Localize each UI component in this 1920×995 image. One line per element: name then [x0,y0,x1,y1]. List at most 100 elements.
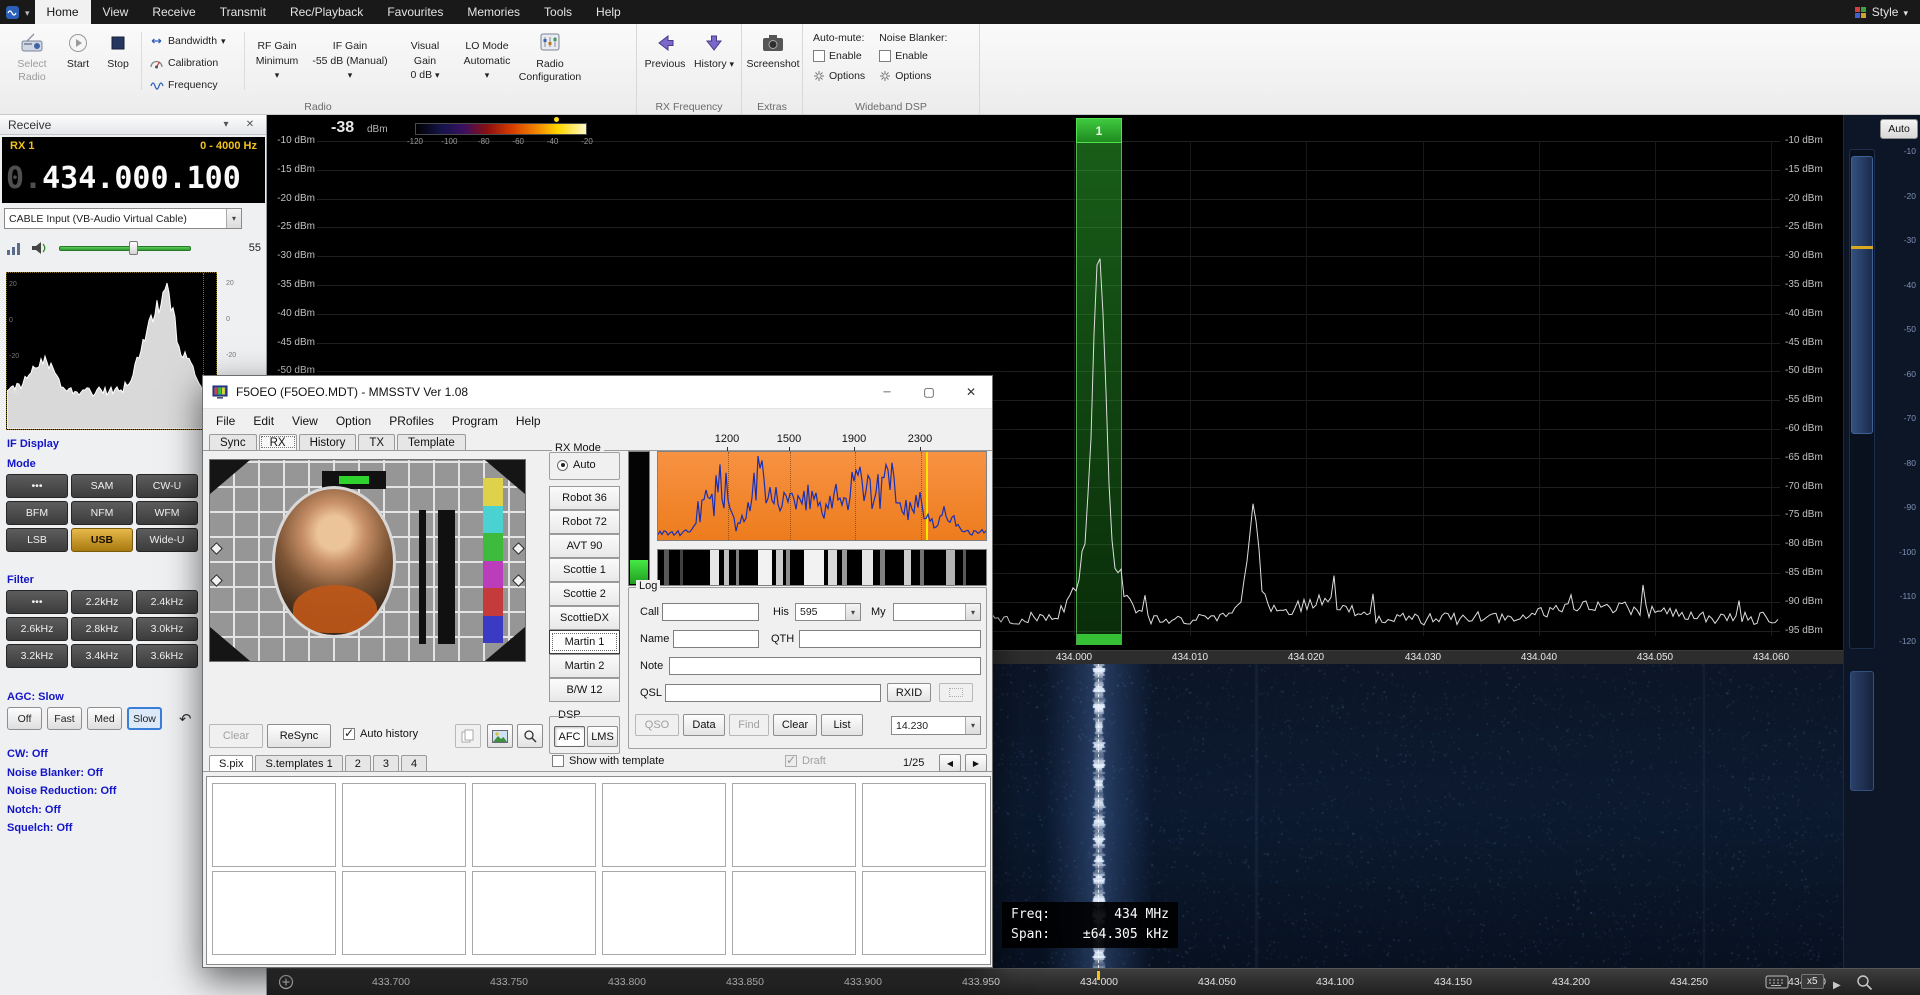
if-spectrum-display[interactable]: 200-20-40 [6,272,217,430]
mode-button-scottie-1[interactable]: Scottie 1 [549,558,620,582]
menu-tab-help[interactable]: Help [584,0,633,24]
menu-program[interactable]: Program [443,411,507,431]
menu-tab-memories[interactable]: Memories [455,0,532,24]
find-button[interactable]: Find [729,714,769,736]
sstv-spectrum[interactable] [657,451,987,541]
tab-template[interactable]: Template [397,434,466,450]
template-thumbnail[interactable] [342,871,466,955]
stop-button[interactable]: Stop [98,26,138,96]
filter-button-item[interactable]: ••• [6,590,68,614]
if-gain-button[interactable]: IF Gain -55 dB (Manual) [306,26,394,96]
mode-button-martin-1[interactable]: Martin 1 [549,630,620,654]
range-slider-track[interactable] [1849,149,1875,649]
mode-button-wfm[interactable]: WFM [136,501,198,525]
template-tab-2[interactable]: 2 [345,755,371,771]
template-tab-4[interactable]: 4 [401,755,427,771]
mode-button-lsb[interactable]: LSB [6,528,68,552]
template-thumbnail[interactable] [212,783,336,867]
mode-button-scottiedx[interactable]: ScottieDX [549,606,620,630]
rx-marker-label[interactable]: 1 [1076,118,1122,143]
menu-tab-transmit[interactable]: Transmit [208,0,278,24]
menu-help[interactable]: Help [507,411,550,431]
picture-button[interactable] [487,724,513,748]
mode-button-b-w-12[interactable]: B/W 12 [549,678,620,702]
volume-handle[interactable] [129,241,138,255]
magnifier-button[interactable] [517,724,543,748]
received-sstv-image[interactable] [209,459,526,662]
list-button[interactable]: List [821,714,863,736]
mode-button-avt-90[interactable]: AVT 90 [549,534,620,558]
keyboard-icon[interactable] [1765,973,1789,990]
tab-history[interactable]: History [299,434,357,450]
agc-undo-icon[interactable] [179,710,192,728]
filter-button-2-4khz[interactable]: 2.4kHz [136,590,198,614]
levels-icon[interactable] [6,241,22,256]
my-rst-select[interactable]: ▾ [893,603,981,621]
template-thumbnail[interactable] [862,871,986,955]
agc-button-slow[interactable]: Slow [127,707,162,730]
rf-gain-button[interactable]: RF Gain Minimum [248,26,306,96]
name-input[interactable] [673,630,759,648]
panel-collapse-icon[interactable]: ▾ [218,119,234,130]
menu-tab-tools[interactable]: Tools [532,0,584,24]
lms-button[interactable]: LMS [587,726,618,747]
calibration-button[interactable]: Calibration [145,53,241,73]
previous-frequency-button[interactable]: Previous [641,26,689,96]
template-thumbnail[interactable] [602,871,726,955]
call-input[interactable] [662,603,759,621]
show-with-template-checkbox[interactable]: Show with template [552,755,664,767]
copy-image-button[interactable] [455,724,481,748]
range-slider-thumb[interactable] [1851,156,1873,434]
mmsstv-window[interactable]: F5OEO (F5OEO.MDT) - MMSSTV Ver 1.08 File… [202,375,993,968]
start-button[interactable]: Start [58,26,98,96]
mode-button-cw-u[interactable]: CW-U [136,474,198,498]
screenshot-button[interactable]: Screenshot [744,26,802,96]
note-input[interactable] [669,657,981,675]
log-clear-button[interactable]: Clear [773,714,817,736]
draft-checkbox[interactable]: Draft [785,755,826,767]
menu-tab-home[interactable]: Home [35,0,91,24]
mode-button-item[interactable]: ••• [6,474,68,498]
filter-button-3-6khz[interactable]: 3.6kHz [136,644,198,668]
menu-tab-favourites[interactable]: Favourites [375,0,455,24]
rxid-aux-button[interactable] [939,683,973,702]
filter-button-2-6khz[interactable]: 2.6kHz [6,617,68,641]
tab-tx[interactable]: TX [358,434,395,450]
agc-button-off[interactable]: Off [7,707,42,730]
noise-blanker-options-button[interactable]: Options [879,67,947,84]
mode-button-robot-36[interactable]: Robot 36 [549,486,620,510]
panel-close-icon[interactable]: ✕ [242,119,258,130]
mmsstv-titlebar[interactable]: F5OEO (F5OEO.MDT) - MMSSTV Ver 1.08 [203,376,992,409]
auto-range-button[interactable]: Auto [1880,119,1918,139]
mode-button-robot-72[interactable]: Robot 72 [549,510,620,534]
zoom-factor-button[interactable]: x5 [1801,974,1824,989]
audio-device-select[interactable]: CABLE Input (VB-Audio Virtual Cable) ▾ [4,208,242,229]
mode-button-martin-2[interactable]: Martin 2 [549,654,620,678]
frequency-readout[interactable]: 0.434.000.100 [6,161,241,196]
template-thumbnail[interactable] [732,871,856,955]
agc-button-fast[interactable]: Fast [47,707,82,730]
menu-edit[interactable]: Edit [244,411,283,431]
template-tab-3[interactable]: 3 [373,755,399,771]
app-icon[interactable] [5,5,20,20]
data-button[interactable]: Data [683,714,725,736]
menu-file[interactable]: File [207,411,244,431]
auto-mode-radio[interactable]: Auto [557,459,596,471]
resync-button[interactable]: ReSync [267,724,331,748]
tab-rx[interactable]: RX [259,434,297,450]
clear-image-button[interactable]: Clear [209,724,263,748]
mode-button-nfm[interactable]: NFM [71,501,133,525]
template-thumbnail[interactable] [862,783,986,867]
qth-input[interactable] [799,630,981,648]
rxid-button[interactable]: RXID [887,683,931,702]
template-thumbnail[interactable] [472,783,596,867]
menu-profiles[interactable]: PRofiles [380,411,443,431]
lo-mode-button[interactable]: LO Mode Automatic [456,26,518,96]
noise-blanker-enable-checkbox[interactable]: Enable [879,47,947,64]
mode-button-bfm[interactable]: BFM [6,501,68,525]
template-tab-s-templates-1[interactable]: S.templates 1 [255,755,342,771]
menu-option[interactable]: Option [327,411,380,431]
afc-button[interactable]: AFC [554,726,585,747]
template-thumbnail[interactable] [212,871,336,955]
mode-button-scottie-2[interactable]: Scottie 2 [549,582,620,606]
